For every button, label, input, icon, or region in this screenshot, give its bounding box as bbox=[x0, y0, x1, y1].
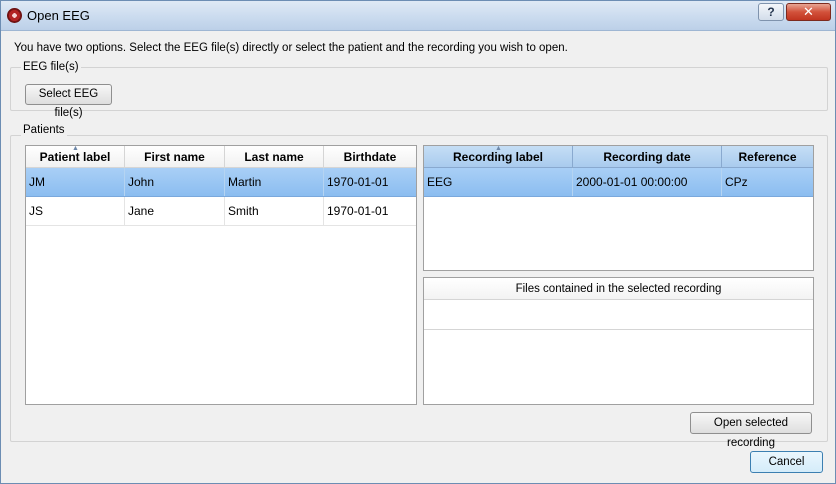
title-bar: Open EEG ? ✕ bbox=[1, 1, 835, 31]
column-header-recording-date[interactable]: Recording date bbox=[573, 146, 722, 167]
cell-reference: CPz bbox=[725, 175, 748, 189]
patients-group-label: Patients bbox=[21, 124, 67, 136]
column-header-patient-label[interactable]: ▲ Patient label bbox=[26, 146, 125, 167]
recordings-table[interactable]: ▲ Recording label Recording date Referen… bbox=[423, 145, 814, 271]
patient-row[interactable]: JS Jane Smith 1970-01-01 bbox=[26, 197, 416, 226]
patients-table-header: ▲ Patient label First name Last name Bir… bbox=[26, 146, 416, 168]
files-empty-row bbox=[424, 300, 813, 330]
recording-row[interactable]: EEG 2000-01-01 00:00:00 CPz bbox=[424, 168, 813, 197]
cell-last-name: Martin bbox=[225, 168, 324, 196]
column-header-birthdate[interactable]: Birthdate bbox=[324, 146, 416, 167]
cell-birthdate: 1970-01-01 bbox=[327, 175, 389, 189]
cell-recording-label: EEG bbox=[424, 168, 573, 196]
instructions-text: You have two options. Select the EEG fil… bbox=[14, 42, 568, 54]
eeg-files-group-label: EEG file(s) bbox=[21, 61, 81, 73]
column-header-first-name[interactable]: First name bbox=[125, 146, 225, 167]
files-table[interactable]: Files contained in the selected recordin… bbox=[423, 277, 814, 405]
sort-ascending-icon: ▲ bbox=[72, 145, 79, 152]
sort-ascending-icon: ▲ bbox=[495, 145, 502, 152]
dialog-body: You have two options. Select the EEG fil… bbox=[5, 32, 831, 478]
column-header-recording-label[interactable]: ▲ Recording label bbox=[424, 146, 573, 167]
column-header-last-name[interactable]: Last name bbox=[225, 146, 324, 167]
open-eeg-dialog: Open EEG ? ✕ You have two options. Selec… bbox=[0, 0, 836, 484]
app-icon bbox=[7, 8, 22, 23]
cell-first-name: John bbox=[125, 168, 225, 196]
patient-row[interactable]: JM John Martin 1970-01-01 bbox=[26, 168, 416, 197]
files-table-header: Files contained in the selected recordin… bbox=[424, 278, 813, 300]
window-title: Open EEG bbox=[27, 8, 90, 23]
eeg-files-group bbox=[10, 67, 828, 111]
column-header-reference[interactable]: Reference bbox=[722, 146, 813, 167]
cell-first-name: Jane bbox=[125, 197, 225, 225]
cell-recording-date: 2000-01-01 00:00:00 bbox=[573, 168, 722, 196]
close-button[interactable]: ✕ bbox=[786, 3, 831, 21]
cell-last-name: Smith bbox=[225, 197, 324, 225]
cell-patient-label: JS bbox=[26, 197, 125, 225]
cancel-button[interactable]: Cancel bbox=[750, 451, 823, 473]
cell-patient-label: JM bbox=[26, 168, 125, 196]
select-eeg-files-button[interactable]: Select EEG file(s) bbox=[25, 84, 112, 119]
help-button[interactable]: ? bbox=[758, 3, 784, 21]
patients-table[interactable]: ▲ Patient label First name Last name Bir… bbox=[25, 145, 417, 405]
cell-birthdate: 1970-01-01 bbox=[327, 204, 389, 218]
open-selected-recording-button[interactable]: Open selected recording bbox=[690, 412, 812, 449]
recordings-table-header: ▲ Recording label Recording date Referen… bbox=[424, 146, 813, 168]
